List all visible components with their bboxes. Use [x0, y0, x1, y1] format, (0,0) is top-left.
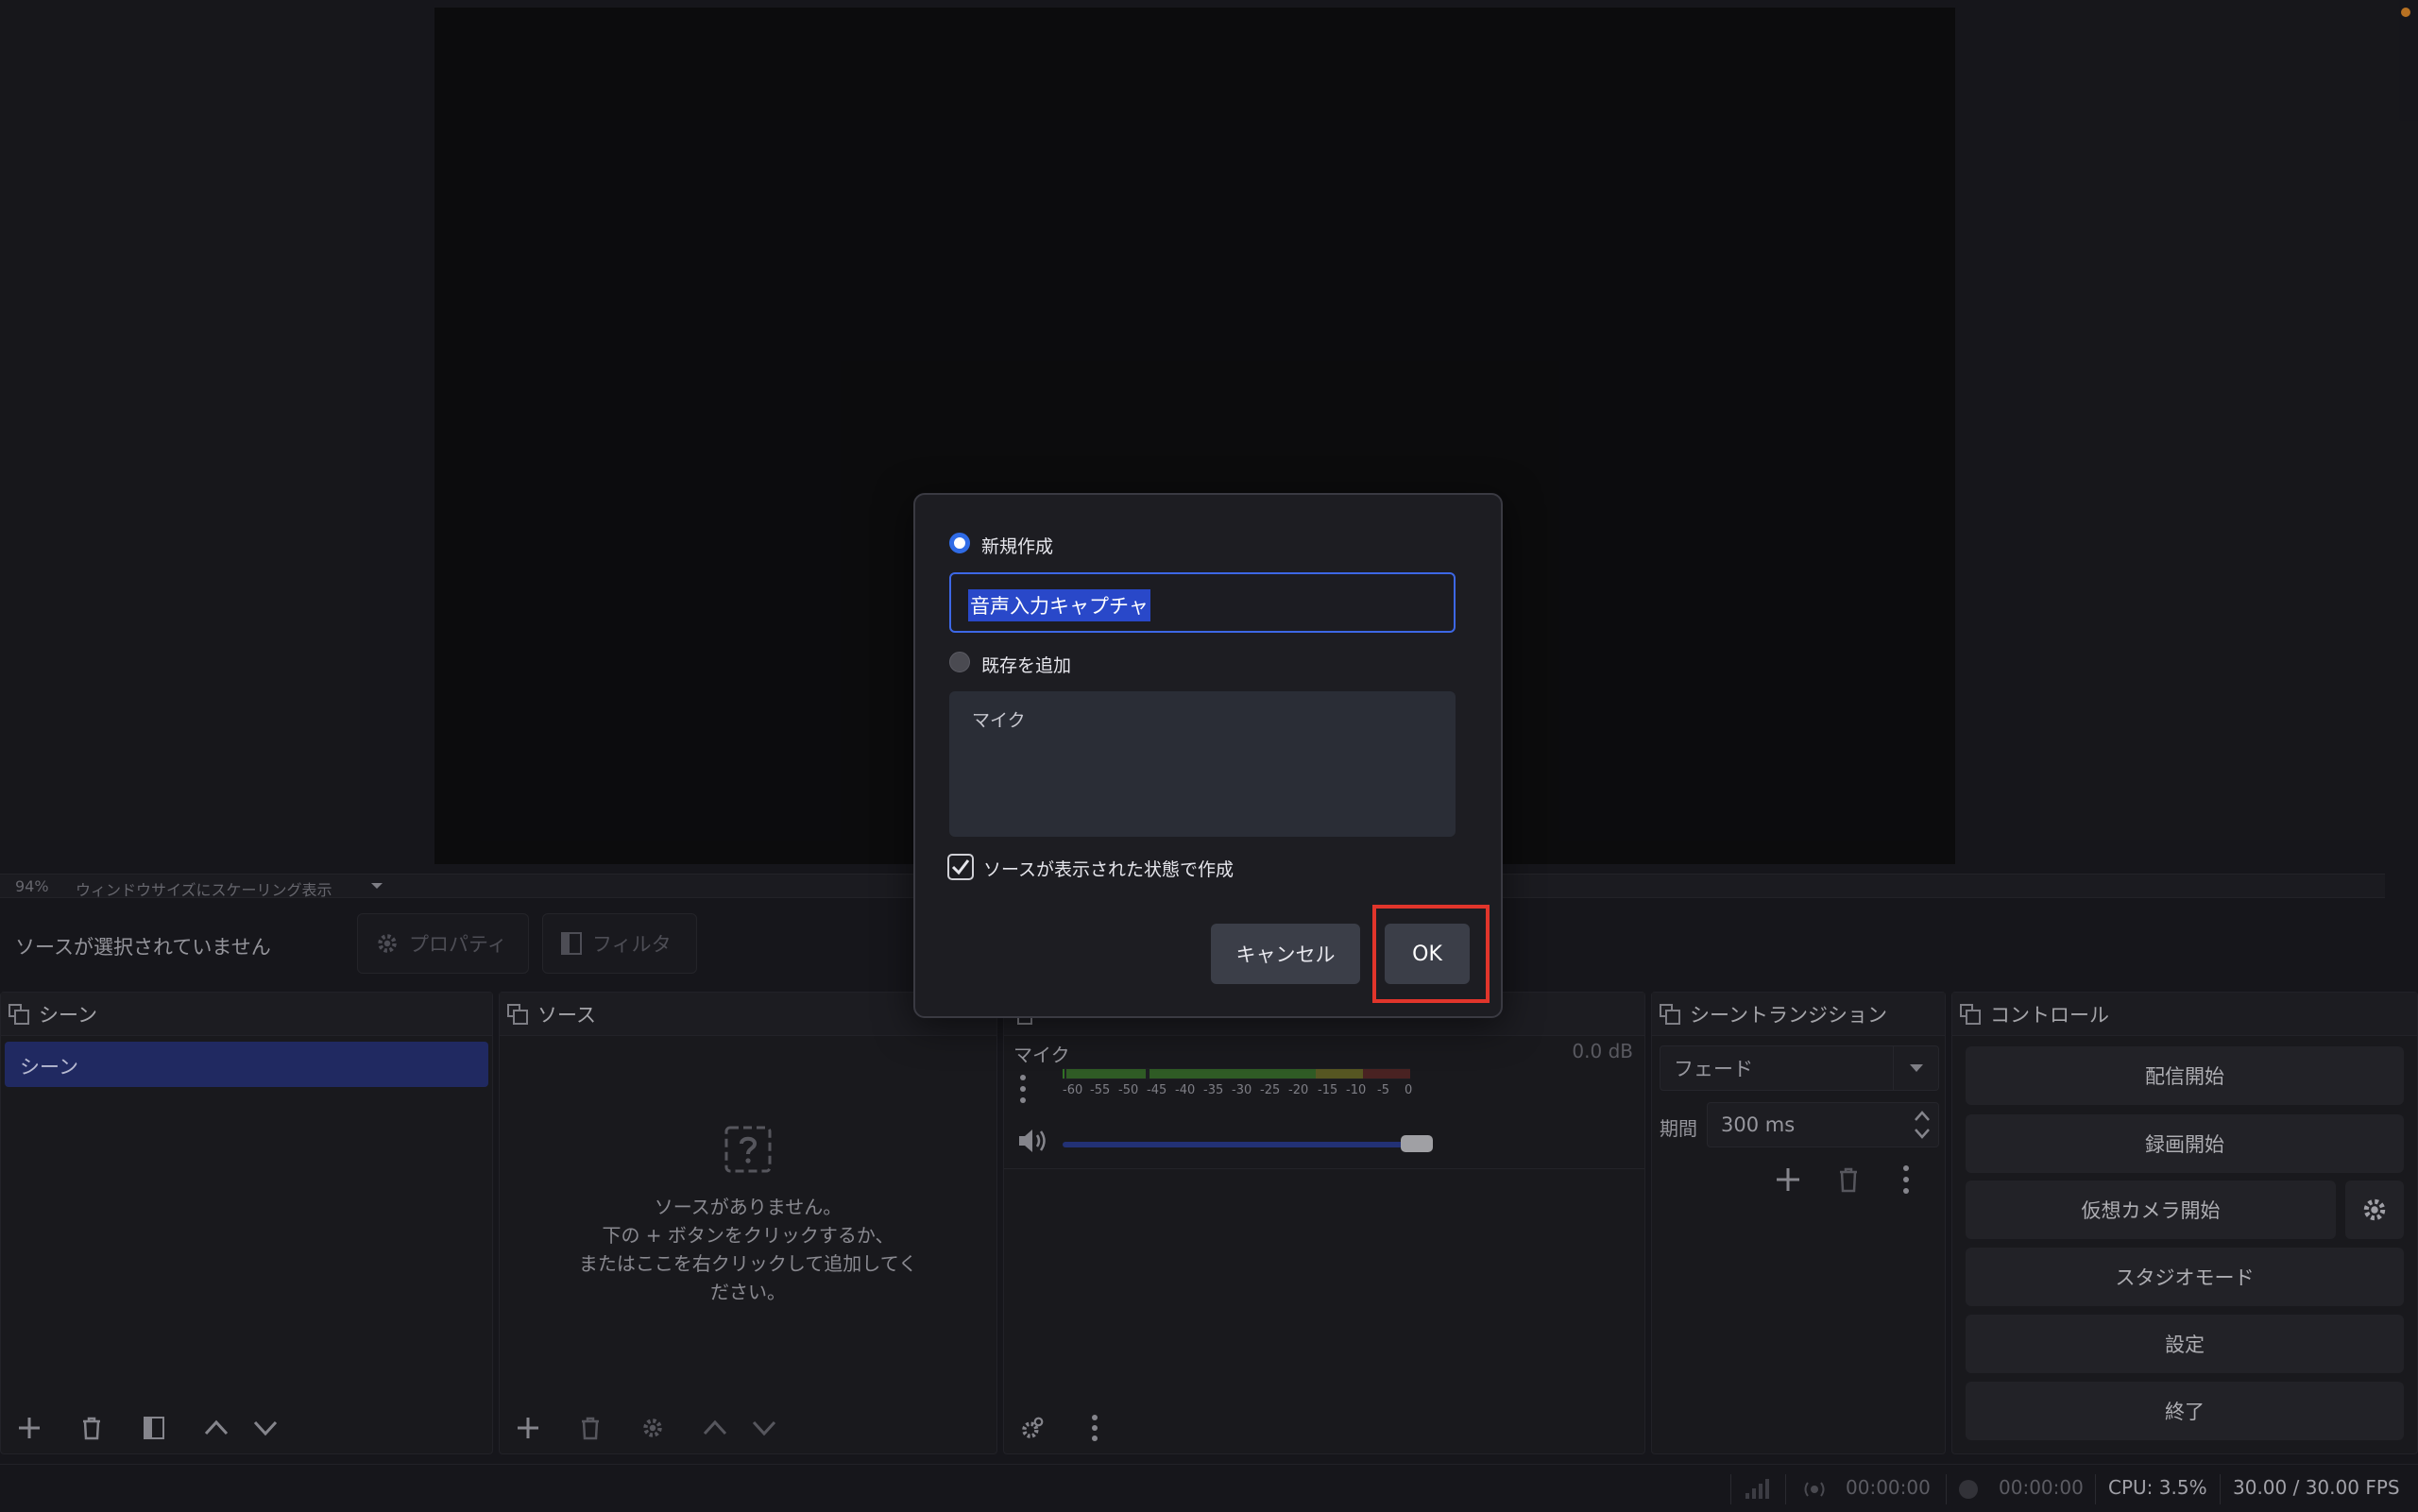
make-visible-label[interactable]: ソースが表示された状態で作成	[983, 856, 1234, 881]
make-visible-checkbox[interactable]	[947, 854, 974, 880]
existing-sources-list[interactable]: マイク	[949, 691, 1456, 837]
check-icon	[951, 859, 970, 875]
create-new-radio[interactable]	[949, 533, 970, 553]
add-source-dialog: 新規作成 音声入力キャプチャ 既存を追加 マイク ソースが表示された状態で作成 …	[913, 493, 1503, 1018]
source-name-value: 音声入力キャプチャ	[968, 589, 1150, 621]
existing-source-item[interactable]: マイク	[972, 706, 1026, 732]
create-new-label[interactable]: 新規作成	[981, 533, 1053, 558]
ok-highlight-box	[1372, 905, 1490, 1003]
cancel-button[interactable]: キャンセル	[1211, 924, 1360, 984]
source-name-input[interactable]: 音声入力キャプチャ	[949, 572, 1456, 633]
add-existing-label[interactable]: 既存を追加	[981, 652, 1071, 677]
add-existing-radio[interactable]	[949, 652, 970, 672]
